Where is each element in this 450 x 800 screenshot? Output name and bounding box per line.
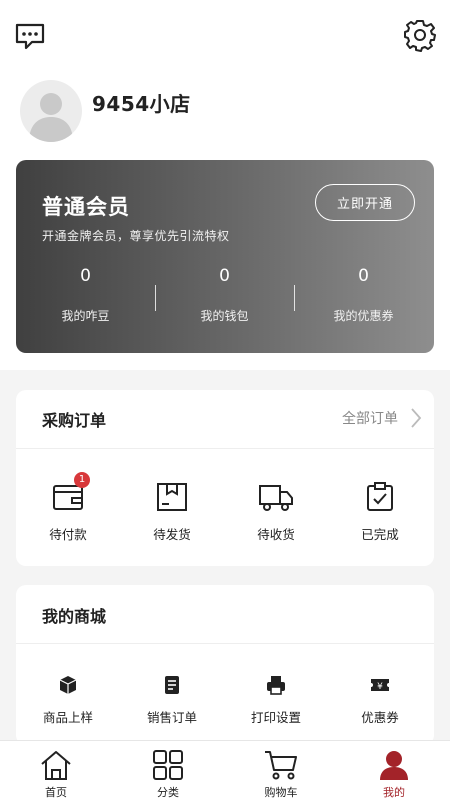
mall-sales-orders[interactable]: 销售订单 [120,675,224,726]
shop-name: 9454小店 [92,92,191,116]
order-pending-receipt[interactable]: 待收货 [224,482,328,543]
member-level-title: 普通会员 [42,195,130,219]
home-icon [41,751,71,780]
tab-home[interactable]: 首页 [0,741,112,800]
mall-item-label: 销售订单 [146,710,197,725]
user-icon [380,751,408,780]
printer-icon [267,676,285,695]
profile-header: 9454小店 普通会员 开通金牌会员，尊享优先引流特权 立即开通 0 我的咋豆 … [0,0,450,370]
truck-icon [259,485,293,511]
pending-count-badge: 1 [74,472,90,488]
order-pending-payment[interactable]: 1 待付款 [16,472,120,543]
stat-label: 我的咋豆 [61,309,110,323]
mall-item-label: 商品上样 [42,710,93,725]
chevron-right-icon[interactable] [410,407,422,429]
chat-bubble-icon[interactable] [14,20,46,52]
clipboard-check-icon [367,482,393,511]
mall-item-label: 打印设置 [250,710,301,725]
cart-icon [265,751,297,780]
cube-icon [59,676,77,694]
box-icon [157,483,187,511]
open-membership-button[interactable]: 立即开通 [315,184,415,221]
my-mall-title: 我的商城 [42,607,107,626]
avatar[interactable] [20,80,82,142]
stat-beans[interactable]: 0 我的咋豆 [16,265,155,324]
gear-icon[interactable] [403,18,437,52]
order-status-label: 待付款 [49,527,87,542]
mall-item-label: 优惠券 [361,710,399,725]
member-card: 普通会员 开通金牌会员，尊享优先引流特权 立即开通 0 我的咋豆 0 我的钱包 … [16,160,434,353]
order-completed[interactable]: 已完成 [328,482,432,543]
divider [16,448,434,449]
stat-value: 0 [358,266,369,286]
order-status-label: 待发货 [153,527,191,542]
order-status-label: 待收货 [257,527,295,542]
order-status-label: 已完成 [361,527,399,542]
stat-value: 0 [219,266,230,286]
stat-coupons[interactable]: 0 我的优惠券 [294,265,433,324]
mall-product-listing[interactable]: 商品上样 [16,675,120,726]
bottom-tab-bar: 首页 分类 购物车 我的 [0,740,450,800]
stat-wallet[interactable]: 0 我的钱包 [155,265,294,324]
default-avatar-icon [29,93,73,142]
purchase-orders-title: 采购订单 [42,411,107,430]
grid-icon [153,750,183,780]
coupon-icon: ¥ [371,679,389,692]
svg-text:¥: ¥ [377,682,383,692]
purchase-orders-panel: 采购订单 全部订单 1 待付款 待发货 待收货 已完成 [16,390,434,566]
divider [16,643,434,644]
mall-print-settings[interactable]: 打印设置 [224,675,328,726]
stat-value: 0 [80,266,91,286]
all-orders-link[interactable]: 全部订单 [342,408,398,428]
tab-label: 我的 [383,786,405,799]
my-mall-panel: 我的商城 商品上样 销售订单 打印设置 ¥ 优惠券 [16,585,434,745]
document-icon [165,676,179,694]
order-pending-shipment[interactable]: 待发货 [120,482,224,543]
tab-me[interactable]: 我的 [338,741,450,800]
tab-label: 购物车 [264,786,298,799]
tab-label: 首页 [45,786,67,799]
tab-label: 分类 [157,786,179,799]
stat-label: 我的优惠券 [333,309,394,323]
stat-label: 我的钱包 [200,309,249,323]
member-subtitle: 开通金牌会员，尊享优先引流特权 [42,229,230,243]
tab-categories[interactable]: 分类 [112,741,224,800]
tab-cart[interactable]: 购物车 [225,741,337,800]
mall-coupons[interactable]: ¥ 优惠券 [328,675,432,726]
